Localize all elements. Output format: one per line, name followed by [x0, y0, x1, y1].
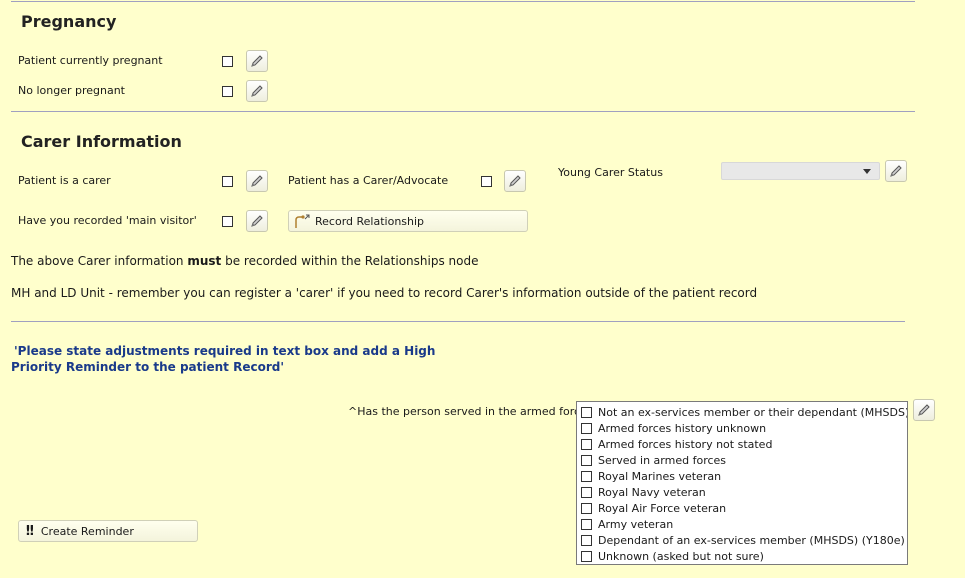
armed-forces-option-label: Royal Navy veteran: [598, 485, 706, 499]
main-visitor-checkbox[interactable]: [222, 216, 233, 227]
currently-pregnant-checkbox[interactable]: [222, 56, 233, 67]
armed-forces-option-label: Armed forces history unknown: [598, 421, 767, 435]
armed-forces-option-label: Royal Air Force veteran: [598, 501, 727, 515]
young-carer-label: Young Carer Status: [558, 166, 663, 179]
armed-forces-option-label: Served in armed forces: [598, 453, 727, 467]
armed-forces-list[interactable]: Not an ex-services member or their depen…: [576, 401, 908, 565]
armed-forces-option[interactable]: Royal Air Force veteran: [577, 500, 907, 516]
carer-must-note: The above Carer information must be reco…: [11, 254, 478, 268]
armed-forces-option-label: Armed forces history not stated: [598, 437, 773, 451]
is-carer-label: Patient is a carer: [18, 174, 111, 187]
notes-divider: [11, 321, 905, 322]
no-longer-pregnant-edit-button[interactable]: [246, 80, 268, 102]
section-title-carer: Carer Information: [21, 132, 182, 151]
is-carer-checkbox[interactable]: [222, 176, 233, 187]
exclamation-icon: !!: [25, 523, 35, 539]
armed-forces-option-checkbox[interactable]: [581, 438, 592, 450]
adjustments-line-2: Priority Reminder to the patient Record': [11, 360, 285, 374]
record-relationship-label: Record Relationship: [315, 214, 425, 228]
chevron-down-icon: [863, 169, 871, 174]
pencil-icon: [251, 215, 263, 227]
armed-forces-option-label: Army veteran: [598, 517, 674, 531]
armed-forces-option-label: Not an ex-services member or their depen…: [598, 405, 908, 419]
has-carer-checkbox[interactable]: [481, 176, 492, 187]
main-visitor-label: Have you recorded 'main visitor': [18, 214, 197, 227]
armed-forces-option-checkbox[interactable]: [581, 502, 592, 514]
armed-forces-option-checkbox[interactable]: [581, 454, 592, 466]
pencil-icon: [918, 404, 930, 416]
record-relationship-button[interactable]: Record Relationship: [288, 210, 528, 232]
carer-note-suffix: be recorded within the Relationships nod…: [221, 254, 479, 268]
pencil-icon: [251, 85, 263, 97]
armed-forces-option-checkbox[interactable]: [581, 550, 592, 562]
currently-pregnant-label: Patient currently pregnant: [18, 54, 163, 67]
armed-forces-option-label: Unknown (asked but not sure): [598, 549, 764, 563]
relationship-icon: [295, 214, 310, 228]
section-title-pregnancy: Pregnancy: [21, 12, 117, 31]
pencil-icon: [890, 165, 902, 177]
armed-forces-option-checkbox[interactable]: [581, 422, 592, 434]
armed-forces-option[interactable]: Royal Marines veteran: [577, 468, 907, 484]
armed-forces-option[interactable]: Royal Navy veteran: [577, 484, 907, 500]
armed-forces-option-checkbox[interactable]: [581, 486, 592, 498]
armed-forces-option[interactable]: Army veteran: [577, 516, 907, 532]
armed-forces-question: ^Has the person served in the armed forc…: [348, 405, 599, 418]
young-carer-edit-button[interactable]: [885, 160, 907, 182]
armed-forces-option-checkbox[interactable]: [581, 518, 592, 530]
pregnancy-divider: [11, 111, 915, 112]
armed-forces-edit-button[interactable]: [913, 399, 935, 421]
no-longer-pregnant-checkbox[interactable]: [222, 86, 233, 97]
armed-forces-option[interactable]: Armed forces history unknown: [577, 420, 907, 436]
pencil-icon: [251, 55, 263, 67]
armed-forces-option-label: Royal Marines veteran: [598, 469, 722, 483]
mh-ld-note: MH and LD Unit - remember you can regist…: [11, 286, 758, 300]
armed-forces-option-checkbox[interactable]: [581, 470, 592, 482]
armed-forces-option[interactable]: Served in armed forces: [577, 452, 907, 468]
armed-forces-option[interactable]: Unknown (asked but not sure): [577, 548, 907, 564]
has-carer-edit-button[interactable]: [504, 170, 526, 192]
armed-forces-option-checkbox[interactable]: [581, 406, 592, 418]
no-longer-pregnant-label: No longer pregnant: [18, 84, 125, 97]
adjustments-note: 'Please state adjustments required in te…: [11, 343, 435, 375]
top-divider: [11, 1, 915, 2]
armed-forces-option[interactable]: Not an ex-services member or their depen…: [577, 404, 907, 420]
is-carer-edit-button[interactable]: [246, 170, 268, 192]
armed-forces-option[interactable]: Armed forces history not stated: [577, 436, 907, 452]
has-carer-label: Patient has a Carer/Advocate: [288, 174, 449, 187]
currently-pregnant-edit-button[interactable]: [246, 50, 268, 72]
pencil-icon: [509, 175, 521, 187]
adjustments-line-1: 'Please state adjustments required in te…: [14, 344, 436, 358]
armed-forces-option-checkbox[interactable]: [581, 534, 592, 546]
carer-note-prefix: The above Carer information: [11, 254, 188, 268]
main-visitor-edit-button[interactable]: [246, 210, 268, 232]
young-carer-select[interactable]: [721, 162, 880, 180]
pencil-icon: [251, 175, 263, 187]
armed-forces-option[interactable]: Dependant of an ex-services member (MHSD…: [577, 532, 907, 548]
create-reminder-label: Create Reminder: [40, 524, 134, 538]
carer-note-bold: must: [187, 254, 222, 268]
armed-forces-option-label: Dependant of an ex-services member (MHSD…: [598, 533, 905, 547]
create-reminder-button[interactable]: !! Create Reminder: [18, 520, 198, 542]
